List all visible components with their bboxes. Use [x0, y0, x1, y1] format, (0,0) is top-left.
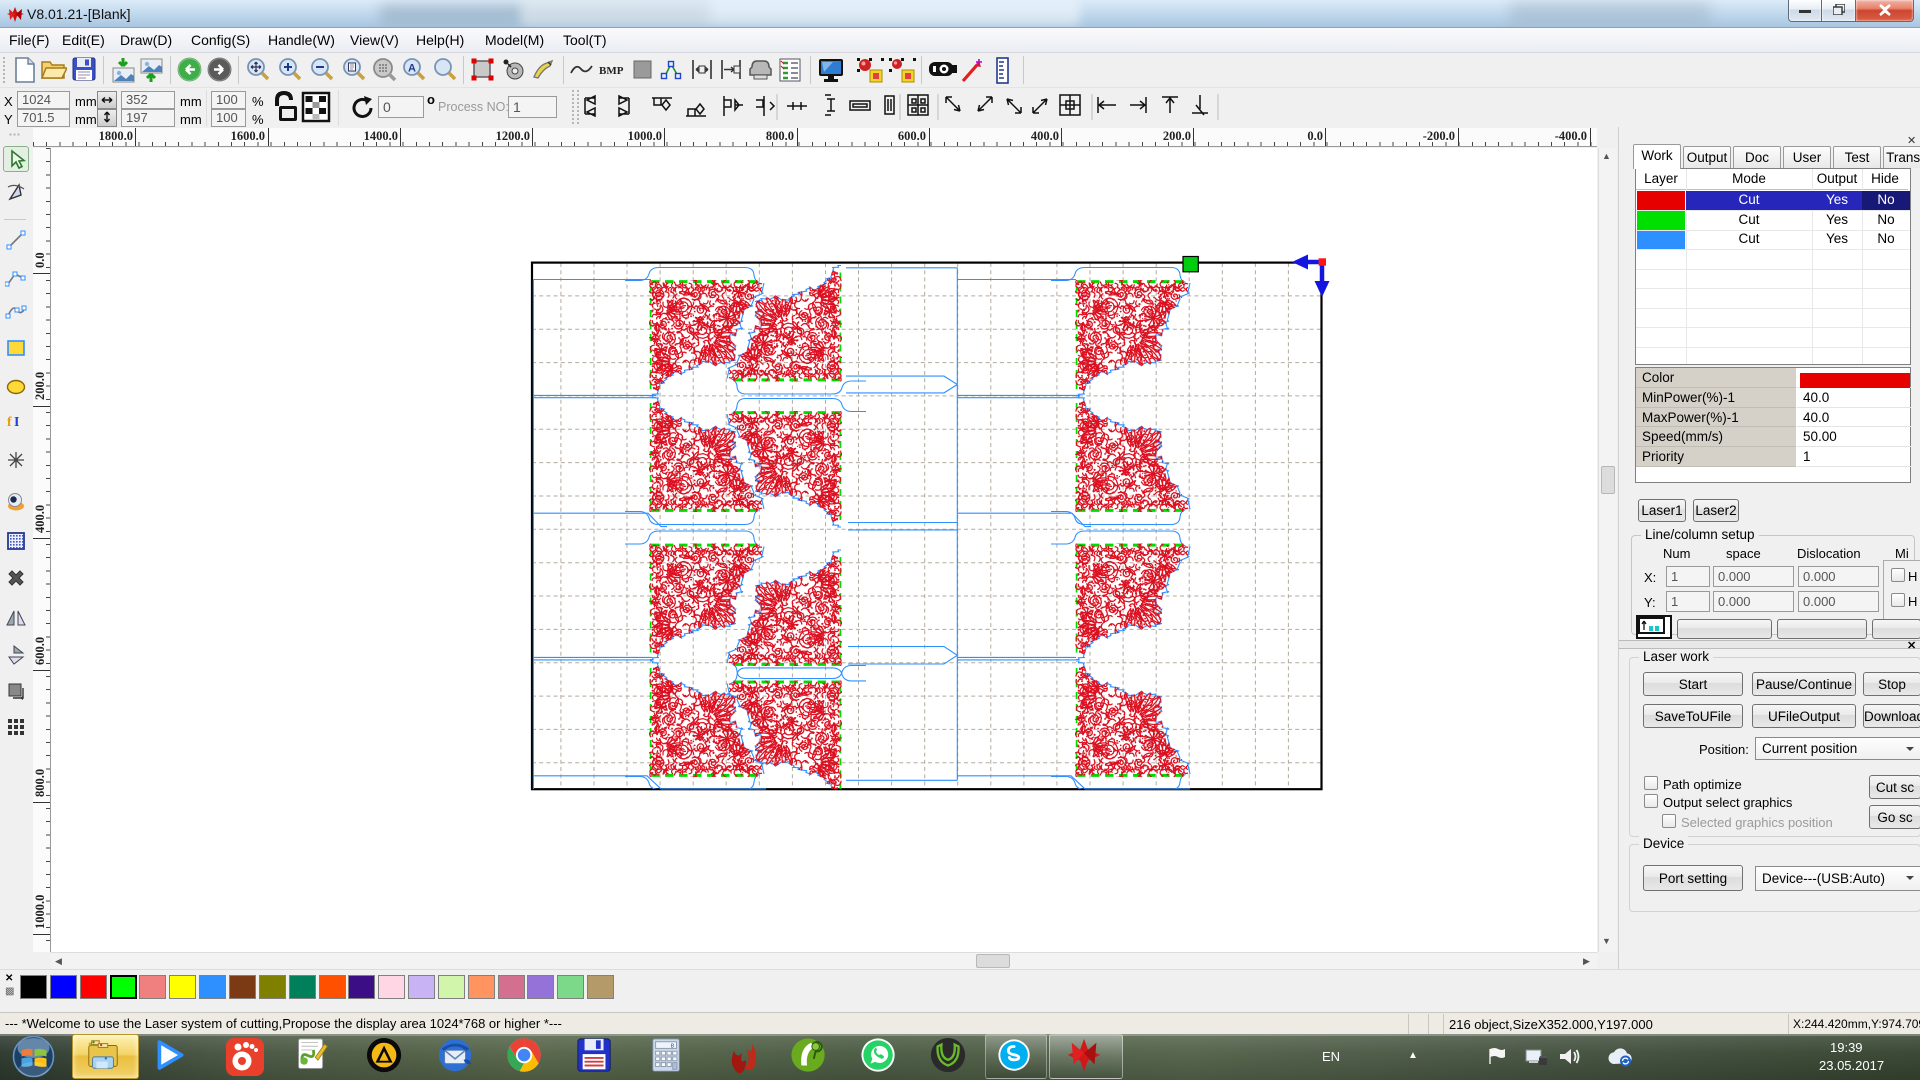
svg-text:A: A: [408, 63, 416, 75]
svg-text:8: 8: [671, 1043, 674, 1049]
svg-text:BMP: BMP: [599, 65, 624, 77]
svg-text:f: f: [7, 415, 12, 430]
svg-text:I: I: [14, 415, 19, 430]
